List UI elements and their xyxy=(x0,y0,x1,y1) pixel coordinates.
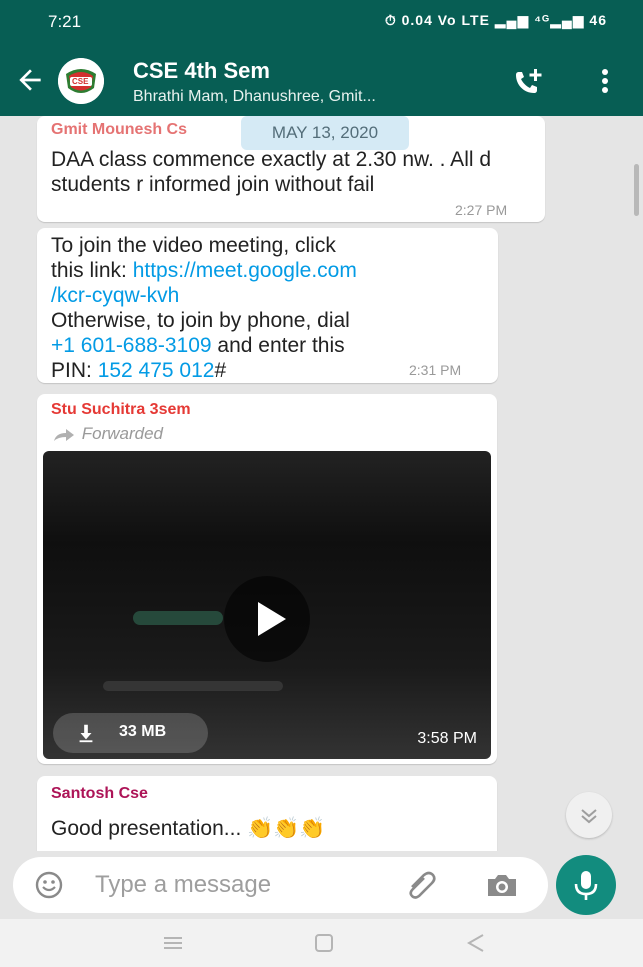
message-text: DAA class commence exactly at 2.30 nw. .… xyxy=(51,148,492,196)
message-text-prefix: this link: xyxy=(51,259,133,282)
message-bubble[interactable]: Santosh Cse Good presentation... 👏👏👏 xyxy=(37,776,497,851)
system-navigation-bar xyxy=(0,919,643,967)
message-time: 2:27 PM xyxy=(455,202,508,218)
composer: Type a message xyxy=(0,851,643,919)
pin-suffix: # xyxy=(214,359,227,382)
add-call-icon[interactable] xyxy=(512,66,546,96)
forwarded-icon xyxy=(54,428,74,441)
pin-prefix: PIN: xyxy=(51,359,98,382)
mic-button[interactable] xyxy=(556,855,616,915)
play-icon xyxy=(258,602,286,636)
message-list[interactable]: Gmit Mounesh Cs DAA class commence exact… xyxy=(0,116,643,851)
chat-participants[interactable]: Bhrathi Mam, Dhanushree, Gmit... xyxy=(133,88,376,106)
system-status-icons: ⏱ 0.04 Vo LTE ▂▄▆ ⁴ᴳ▂▄▆ 46 xyxy=(384,12,607,28)
nav-menu-icon[interactable] xyxy=(160,931,186,955)
download-button[interactable]: 33 MB xyxy=(53,713,208,753)
message-sender[interactable]: Gmit Mounesh Cs xyxy=(51,121,187,139)
video-blur xyxy=(103,681,283,691)
forwarded-label: Forwarded xyxy=(51,424,163,444)
meeting-link[interactable]: https://meet.google.com xyxy=(133,259,357,282)
chat-title[interactable]: CSE 4th Sem xyxy=(133,58,270,84)
message-time: 2:31 PM xyxy=(409,362,462,378)
message-text: To join the video meeting, click this li… xyxy=(51,233,491,383)
back-arrow-icon[interactable] xyxy=(14,64,46,96)
message-bubble[interactable]: To join the video meeting, click this li… xyxy=(37,228,498,383)
message-text-suffix: and enter this xyxy=(211,334,345,357)
video-size: 33 MB xyxy=(119,723,167,740)
download-icon xyxy=(79,724,93,743)
group-avatar[interactable]: CSE xyxy=(58,58,104,104)
meeting-link-cont[interactable]: /kcr-cyqw-kvh xyxy=(51,283,491,308)
message-line: +1 601-688-3109 and enter this xyxy=(51,333,491,358)
message-sender[interactable]: Santosh Cse xyxy=(51,785,148,803)
forwarded-text: Forwarded xyxy=(81,424,163,443)
emoji-icon[interactable] xyxy=(35,871,63,899)
message-line: this link: https://meet.google.com xyxy=(51,258,491,283)
attach-icon[interactable] xyxy=(404,869,438,901)
message-line: Otherwise, to join by phone, dial xyxy=(51,309,350,332)
message-text: Good presentation... 👏👏👏 xyxy=(51,817,326,840)
nav-back-icon[interactable] xyxy=(463,931,489,955)
phone-link[interactable]: +1 601-688-3109 xyxy=(51,334,212,357)
pin-link[interactable]: 152 475 012 xyxy=(98,359,215,382)
status-time: 7:21 xyxy=(48,12,82,31)
play-button[interactable] xyxy=(224,576,310,662)
message-sender[interactable]: Stu Suchitra 3sem xyxy=(51,401,191,419)
chat-header: CSE CSE 4th Sem Bhrathi Mam, Dhanushree,… xyxy=(0,44,643,116)
nav-home-icon[interactable] xyxy=(311,931,337,955)
message-input[interactable]: Type a message xyxy=(13,857,548,913)
status-bar: 7:21 ⏱ 0.04 Vo LTE ▂▄▆ ⁴ᴳ▂▄▆ 46 xyxy=(0,0,643,44)
more-vert-icon[interactable] xyxy=(598,66,612,96)
camera-icon[interactable] xyxy=(485,871,519,899)
message-time: 3:58 PM xyxy=(417,730,477,747)
scroll-thumb[interactable] xyxy=(634,164,639,216)
scroll-to-bottom-button[interactable] xyxy=(566,792,612,838)
date-chip: MAY 13, 2020 xyxy=(241,116,409,150)
video-thumbnail[interactable]: 33 MB 3:58 PM xyxy=(43,451,491,759)
mic-icon xyxy=(574,871,598,900)
message-placeholder: Type a message xyxy=(95,871,272,898)
video-blur xyxy=(133,611,223,625)
group-avatar-text: CSE xyxy=(72,77,89,86)
chevrons-down-icon xyxy=(581,809,597,824)
message-line: To join the video meeting, click xyxy=(51,234,336,257)
